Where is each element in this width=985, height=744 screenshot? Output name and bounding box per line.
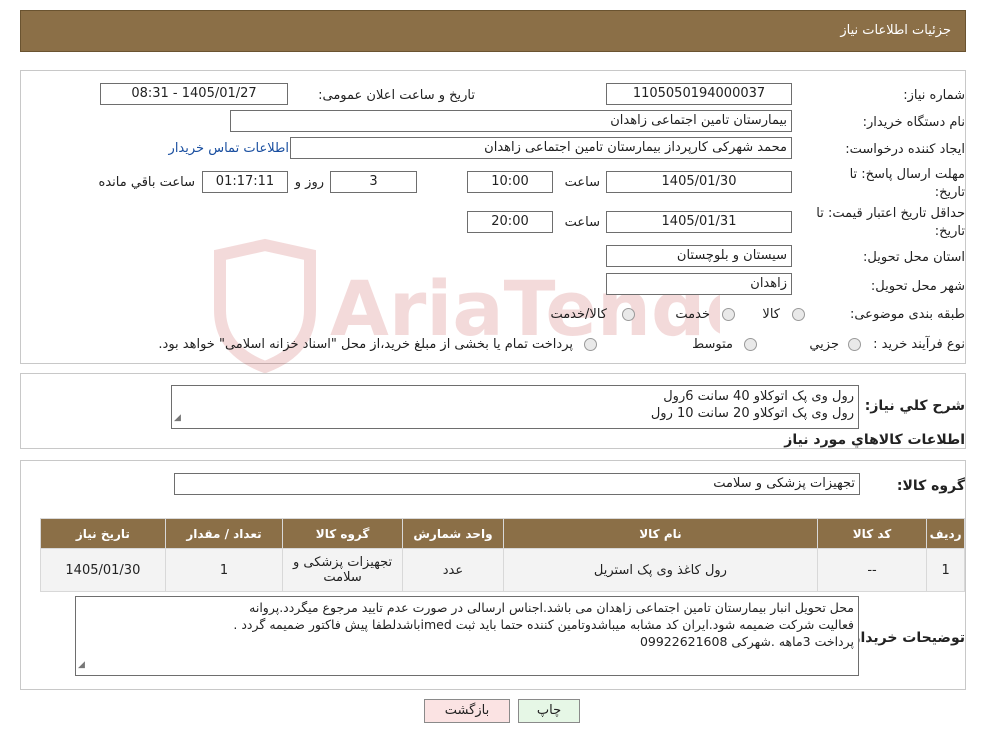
goods-section-title: اطلاعات کالاهاي مورد نیاز xyxy=(784,432,965,448)
col-goods-code: کد کالا xyxy=(816,518,928,549)
reply-deadline-date-field: 1405/01/30 xyxy=(606,171,792,193)
announce-datetime-field: 1405/01/27 - 08:31 xyxy=(100,83,288,105)
resize-grip-icon[interactable]: ◢ xyxy=(78,657,85,674)
buyer-contact-link[interactable]: اطلاعات تماس خریدار xyxy=(169,141,289,156)
buyer-notes-line: محل تحویل انبار بیمارستان تامین اجتماعی … xyxy=(249,600,854,615)
col-row-number: ردیف xyxy=(926,518,965,549)
page-header: جزئیات اطلاعات نیاز xyxy=(20,10,966,52)
remaining-days-field: 3 xyxy=(330,171,417,193)
cell-goods-group: تجهیزات پزشکی و سلامت xyxy=(282,548,403,592)
buyer-notes-label: توضیحات خریدار: xyxy=(846,630,965,646)
cell-unit: عدد xyxy=(401,548,505,592)
purchase-treasury-note: پرداخت تمام یا بخشی از مبلغ خرید،از محل … xyxy=(158,337,573,352)
purchase-radio-minor[interactable] xyxy=(848,338,861,351)
resize-grip-icon[interactable]: ◢ xyxy=(174,410,181,427)
reply-deadline-time-field: 10:00 xyxy=(467,171,553,193)
purchase-option-minor: جزیي xyxy=(809,337,839,352)
category-label: طبقه بندی موضوعی: xyxy=(849,307,965,322)
summary-line: رول وی پک اتوکلاو 20 سانت 10 رول xyxy=(650,406,854,421)
cell-row-number: 1 xyxy=(926,548,965,592)
price-validity-label-date: تاریخ: xyxy=(934,224,965,239)
col-unit: واحد شمارش xyxy=(401,518,505,549)
category-radio-goods-service[interactable] xyxy=(622,308,635,321)
buyer-org-field: بیمارستان تامین اجتماعی زاهدان xyxy=(230,110,792,132)
province-field: سیستان و بلوچستان xyxy=(606,245,792,267)
col-goods-name: نام کالا xyxy=(503,518,818,549)
back-button[interactable]: بازگشت xyxy=(424,699,510,723)
page-title: جزئیات اطلاعات نیاز xyxy=(840,23,951,38)
price-validity-label: حداقل تاریخ اعتبار قیمت: تا xyxy=(816,206,965,221)
price-validity-time-label: ساعت xyxy=(564,215,600,230)
table-header-row: ردیف کد کالا نام کالا واحد شمارش گروه کا… xyxy=(40,518,965,549)
buyer-notes-line: پرداخت 3ماهه .شهرکی 09922621608 xyxy=(639,634,854,649)
remaining-days-label: روز و xyxy=(294,175,324,190)
col-need-date: تاریخ نیاز xyxy=(40,518,166,549)
remaining-time-field: 01:17:11 xyxy=(202,171,288,193)
category-option-goods-service: کالا/خدمت xyxy=(550,307,607,322)
summary-line: رول وی پک اتوکلاو 40 سانت 6رول xyxy=(663,389,854,404)
cell-goods-name: رول کاغذ وی پک استریل xyxy=(503,548,818,592)
reply-deadline-label-date: تاریخ: xyxy=(934,185,965,200)
purchase-option-medium: متوسط xyxy=(692,337,733,352)
cell-goods-code: -- xyxy=(816,548,928,592)
summary-label: شرح کلي نیاز: xyxy=(864,398,965,414)
reply-deadline-label: مهلت ارسال پاسخ: تا xyxy=(849,167,965,182)
col-quantity: تعداد / مقدار xyxy=(164,518,284,549)
need-number-field: 1105050194000037 xyxy=(606,83,792,105)
category-radio-service[interactable] xyxy=(722,308,735,321)
summary-textarea[interactable]: رول وی پک اتوکلاو 40 سانت 6رول رول وی پک… xyxy=(171,385,859,429)
col-goods-group: گروه کالا xyxy=(282,518,403,549)
city-field: زاهدان xyxy=(606,273,792,295)
buyer-org-label: نام دستگاه خریدار: xyxy=(862,115,965,130)
buyer-notes-textarea[interactable]: محل تحویل انبار بیمارستان تامین اجتماعی … xyxy=(75,596,859,676)
city-label: شهر محل تحویل: xyxy=(870,279,965,294)
purchase-radio-medium[interactable] xyxy=(744,338,757,351)
price-validity-date-field: 1405/01/31 xyxy=(606,211,792,233)
purchase-type-label: نوع فرآیند خرید : xyxy=(873,337,965,352)
province-label: استان محل تحویل: xyxy=(863,250,965,265)
category-option-goods: کالا xyxy=(762,307,780,322)
buyer-notes-line: فعالیت شرکت ضمیمه شود.ایران کد مشابه میب… xyxy=(233,617,854,632)
category-option-service: خدمت xyxy=(675,307,710,322)
purchase-radio-treasury[interactable] xyxy=(584,338,597,351)
requester-label: ایجاد کننده درخواست: xyxy=(845,142,965,157)
requester-field: محمد شهرکی کارپرداز بیمارستان تامین اجتم… xyxy=(290,137,792,159)
goods-group-field: تجهیزات پزشکی و سلامت xyxy=(174,473,860,495)
cell-need-date: 1405/01/30 xyxy=(40,548,166,592)
goods-group-label: گروه کالا: xyxy=(896,478,965,494)
price-validity-time-field: 20:00 xyxy=(467,211,553,233)
category-radio-goods[interactable] xyxy=(792,308,805,321)
cell-quantity: 1 xyxy=(164,548,284,592)
announce-datetime-label: تاریخ و ساعت اعلان عمومی: xyxy=(318,88,475,103)
reply-deadline-time-label: ساعت xyxy=(564,175,600,190)
need-number-label: شماره نیاز: xyxy=(903,88,965,103)
print-button[interactable]: چاپ xyxy=(518,699,580,723)
remaining-time-label: ساعت باقي مانده xyxy=(98,175,195,190)
goods-table: ردیف کد کالا نام کالا واحد شمارش گروه کا… xyxy=(40,518,965,592)
table-row[interactable]: 1 -- رول کاغذ وی پک استریل عدد تجهیزات پ… xyxy=(40,548,965,592)
